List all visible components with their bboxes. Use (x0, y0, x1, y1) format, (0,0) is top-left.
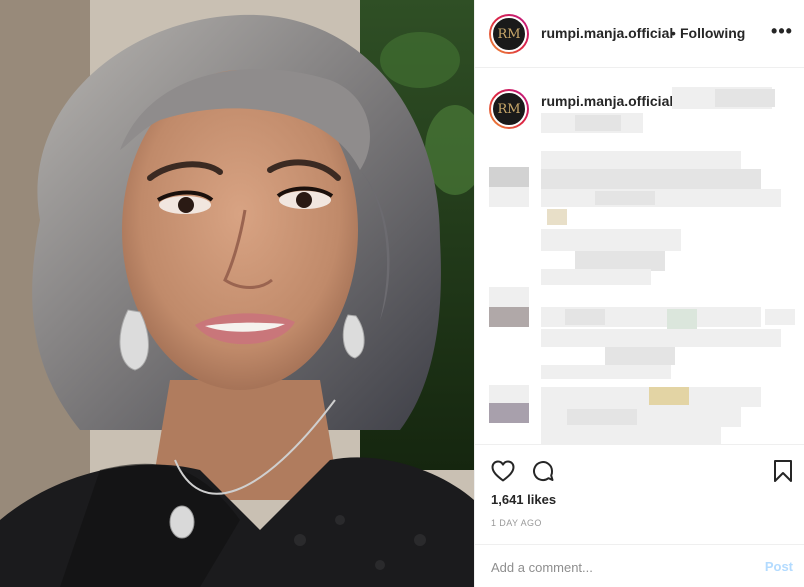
caption-username-link[interactable]: rumpi.manja.official (541, 93, 673, 109)
caption-avatar-monogram: RM (491, 91, 527, 127)
caption-avatar[interactable]: RM (489, 89, 529, 129)
more-options-icon[interactable]: ••• (769, 18, 795, 44)
post-sidebar: RM rumpi.manja.official • Following ••• … (474, 0, 804, 587)
post-actions: 1,641 likes 1 DAY AGO Post (475, 444, 804, 587)
separator-dot: • (671, 25, 676, 41)
bookmark-icon[interactable] (769, 457, 797, 485)
avatar[interactable]: RM (489, 14, 529, 54)
username-link[interactable]: rumpi.manja.official (541, 25, 673, 41)
heart-icon[interactable] (489, 457, 517, 485)
comments-section: RM rumpi.manja.official (475, 69, 804, 444)
post-header: RM rumpi.manja.official • Following ••• (475, 0, 804, 68)
portrait-image (0, 0, 474, 587)
comment-input[interactable] (491, 555, 751, 579)
post-button[interactable]: Post (765, 559, 793, 574)
following-button[interactable]: Following (680, 25, 745, 41)
post-timestamp[interactable]: 1 DAY AGO (491, 518, 542, 528)
avatar-monogram: RM (491, 16, 527, 52)
likes-count[interactable]: 1,641 likes (491, 492, 556, 507)
post-photo[interactable] (0, 0, 474, 587)
comment-bubble-icon[interactable] (529, 457, 557, 485)
add-comment-row: Post (475, 544, 804, 587)
